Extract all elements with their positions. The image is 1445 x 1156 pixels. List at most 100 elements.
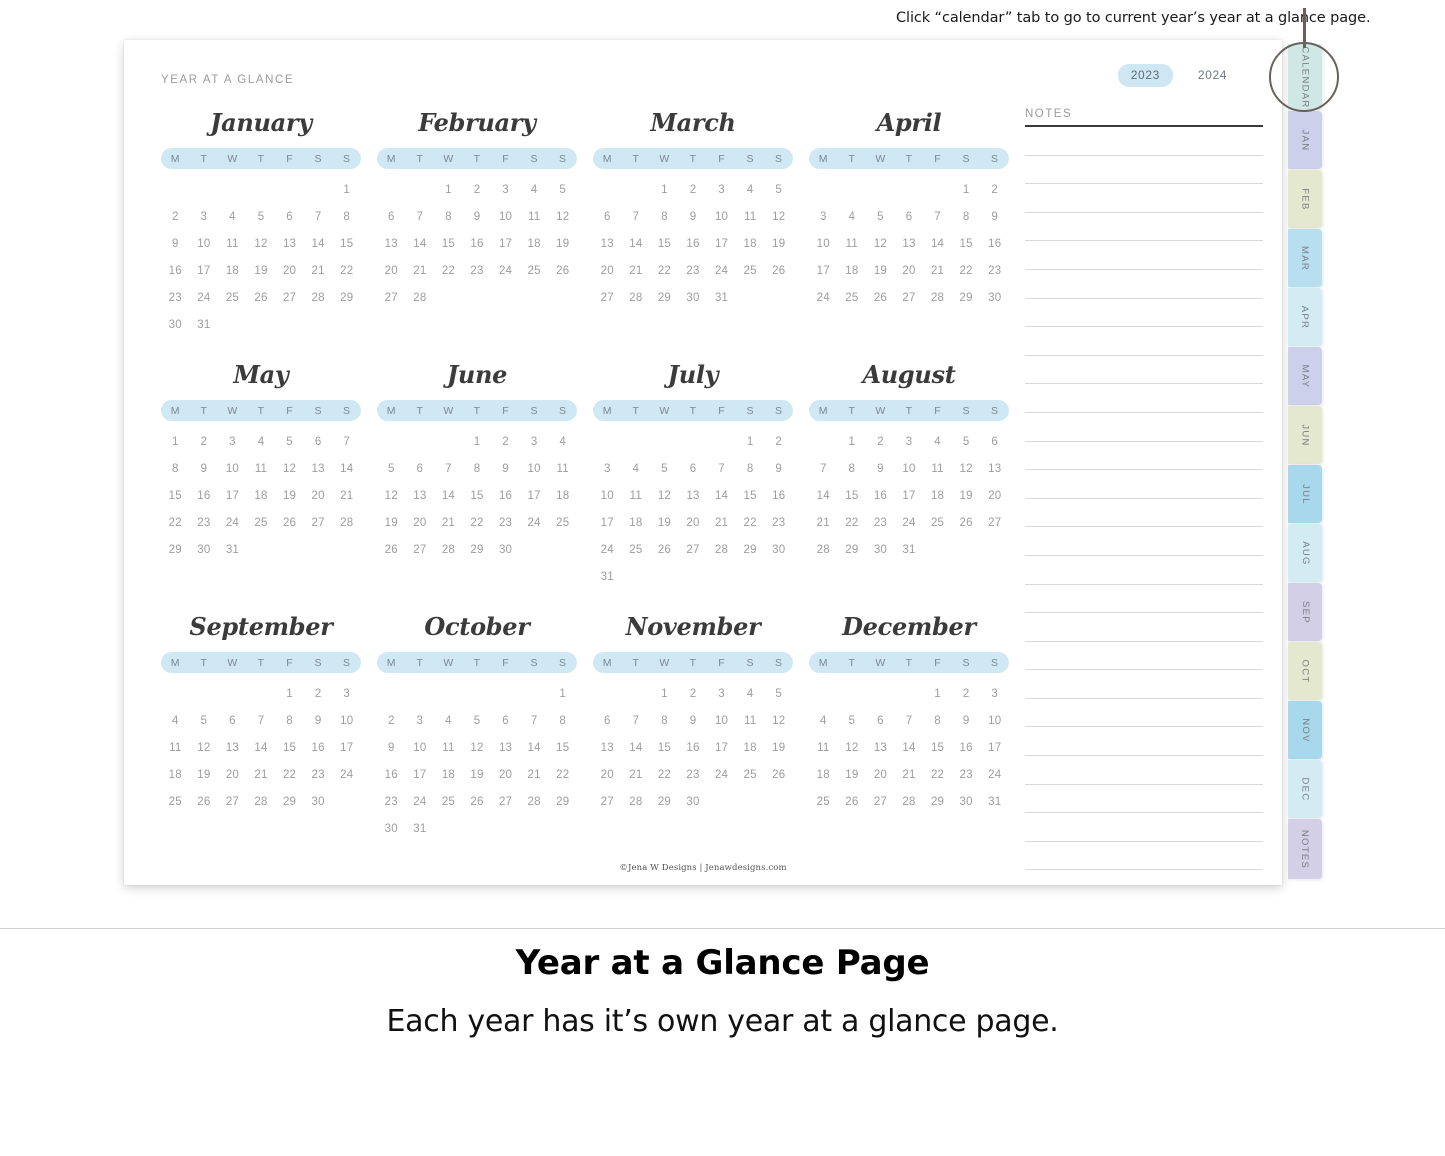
day-cell[interactable]: 14 [923,231,952,258]
day-cell[interactable]: 18 [161,762,190,789]
day-cell[interactable]: 4 [736,177,765,204]
day-cell[interactable]: 23 [866,510,895,537]
day-cell[interactable]: 3 [218,429,247,456]
day-cell[interactable]: 18 [548,483,577,510]
day-cell[interactable]: 14 [247,735,276,762]
day-cell[interactable]: 16 [679,231,708,258]
day-cell[interactable]: 6 [377,204,406,231]
day-cell[interactable]: 23 [190,510,219,537]
day-cell[interactable]: 16 [679,735,708,762]
day-cell[interactable]: 13 [377,231,406,258]
day-cell[interactable]: 15 [434,231,463,258]
day-cell[interactable]: 14 [332,456,361,483]
day-cell[interactable]: 21 [923,258,952,285]
day-cell[interactable]: 22 [463,510,492,537]
day-cell[interactable]: 17 [809,258,838,285]
day-cell[interactable]: 27 [980,510,1009,537]
day-cell[interactable]: 4 [622,456,651,483]
day-cell[interactable]: 7 [406,204,435,231]
day-cell[interactable]: 1 [923,681,952,708]
day-cell[interactable]: 22 [332,258,361,285]
day-cell[interactable]: 22 [548,762,577,789]
note-line[interactable] [1025,127,1263,156]
day-cell[interactable]: 20 [275,258,304,285]
day-cell[interactable]: 14 [895,735,924,762]
day-cell[interactable]: 5 [548,177,577,204]
day-cell[interactable]: 25 [218,285,247,312]
day-cell[interactable]: 30 [377,816,406,843]
day-cell[interactable]: 2 [304,681,333,708]
day-cell[interactable]: 4 [923,429,952,456]
day-cell[interactable]: 22 [923,762,952,789]
day-cell[interactable]: 20 [895,258,924,285]
day-cell[interactable]: 21 [622,762,651,789]
day-cell[interactable]: 9 [491,456,520,483]
note-line[interactable] [1025,527,1263,556]
day-cell[interactable]: 13 [593,231,622,258]
note-line[interactable] [1025,213,1263,242]
note-line[interactable] [1025,470,1263,499]
day-cell[interactable]: 31 [218,537,247,564]
day-cell[interactable]: 24 [980,762,1009,789]
day-cell[interactable]: 19 [838,762,867,789]
day-cell[interactable]: 11 [247,456,276,483]
day-cell[interactable]: 18 [247,483,276,510]
day-cell[interactable]: 14 [707,483,736,510]
day-cell[interactable]: 20 [593,762,622,789]
day-cell[interactable]: 24 [895,510,924,537]
day-cell[interactable]: 24 [809,285,838,312]
day-cell[interactable]: 1 [434,177,463,204]
day-cell[interactable]: 10 [491,204,520,231]
day-cell[interactable]: 17 [190,258,219,285]
tab-apr[interactable]: APR [1288,288,1322,346]
day-cell[interactable]: 18 [520,231,549,258]
day-cell[interactable]: 28 [923,285,952,312]
day-cell[interactable]: 2 [952,681,981,708]
day-cell[interactable]: 9 [377,735,406,762]
day-cell[interactable]: 4 [161,708,190,735]
day-cell[interactable]: 4 [247,429,276,456]
month-november[interactable]: November M T W T F S S 1 2 3 4 5 6 7 8 9 10 11 12 13 14 15 16 17… [593,612,793,864]
tab-jun[interactable]: JUN [1288,406,1322,464]
note-line[interactable] [1025,785,1263,814]
day-cell[interactable]: 8 [161,456,190,483]
day-cell[interactable]: 20 [679,510,708,537]
day-cell[interactable]: 3 [809,204,838,231]
day-cell[interactable]: 19 [764,735,793,762]
day-cell[interactable]: 1 [161,429,190,456]
month-april[interactable]: April M T W T F S S 1 2 3 4 5 6 7 8 9 10 11 12 13 14 15 16 17 18 1… [809,108,1009,360]
day-cell[interactable]: 8 [838,456,867,483]
day-cell[interactable]: 10 [809,231,838,258]
day-cell[interactable]: 8 [548,708,577,735]
day-cell[interactable]: 15 [161,483,190,510]
day-cell[interactable]: 27 [406,537,435,564]
note-line[interactable] [1025,613,1263,642]
day-cell[interactable]: 6 [304,429,333,456]
day-cell[interactable]: 13 [275,231,304,258]
day-cell[interactable]: 22 [650,258,679,285]
day-cell[interactable]: 30 [952,789,981,816]
tab-aug[interactable]: AUG [1288,524,1322,582]
day-cell[interactable]: 4 [520,177,549,204]
day-cell[interactable]: 14 [622,735,651,762]
day-cell[interactable]: 18 [622,510,651,537]
day-cell[interactable]: 16 [190,483,219,510]
day-cell[interactable]: 24 [218,510,247,537]
day-cell[interactable]: 15 [838,483,867,510]
note-line[interactable] [1025,499,1263,528]
day-cell[interactable]: 5 [952,429,981,456]
day-cell[interactable]: 5 [190,708,219,735]
note-line[interactable] [1025,756,1263,785]
day-cell[interactable]: 30 [190,537,219,564]
day-cell[interactable]: 25 [736,762,765,789]
day-cell[interactable]: 10 [707,204,736,231]
note-line[interactable] [1025,813,1263,842]
day-cell[interactable]: 5 [866,204,895,231]
tab-may[interactable]: MAY [1288,347,1322,405]
day-cell[interactable]: 24 [491,258,520,285]
day-cell[interactable]: 17 [707,231,736,258]
day-cell[interactable]: 15 [736,483,765,510]
day-cell[interactable]: 21 [434,510,463,537]
day-cell[interactable]: 28 [895,789,924,816]
day-cell[interactable]: 22 [275,762,304,789]
